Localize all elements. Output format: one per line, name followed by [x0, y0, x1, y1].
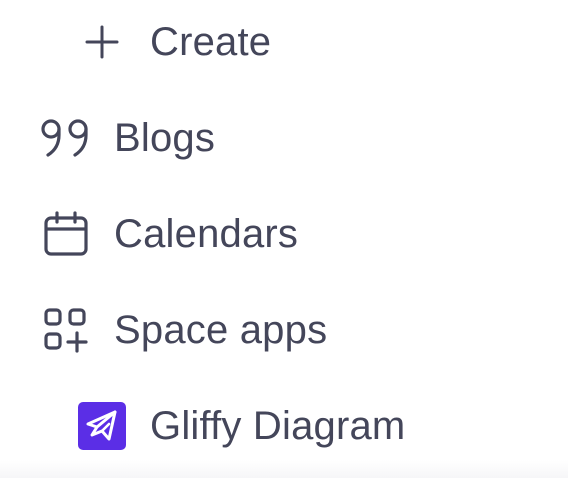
sidebar-item-label: Space apps — [114, 307, 328, 352]
sidebar-item-blogs[interactable]: Blogs — [0, 110, 215, 166]
bottom-fade — [0, 460, 568, 478]
sidebar-item-space-apps[interactable]: Space apps — [0, 302, 327, 358]
plus-icon — [84, 24, 120, 60]
sidebar-item-create[interactable]: Create — [0, 14, 271, 70]
sidebar-item-label: Create — [150, 19, 272, 64]
sidebar-item-calendars[interactable]: Calendars — [0, 206, 298, 262]
sidebar-nav: Create Blogs Calendars Space apps Gliffy… — [0, 0, 568, 478]
quote-icon — [40, 118, 92, 158]
apps-grid-icon — [42, 306, 90, 354]
calendar-icon — [42, 210, 90, 258]
sidebar-item-label: Blogs — [114, 115, 216, 160]
sidebar-item-label: Gliffy Diagram — [150, 403, 406, 448]
sidebar-item-gliffy-diagram[interactable]: Gliffy Diagram — [0, 398, 405, 454]
sidebar-item-label: Calendars — [114, 211, 299, 256]
gliffy-logo-icon — [78, 402, 126, 450]
